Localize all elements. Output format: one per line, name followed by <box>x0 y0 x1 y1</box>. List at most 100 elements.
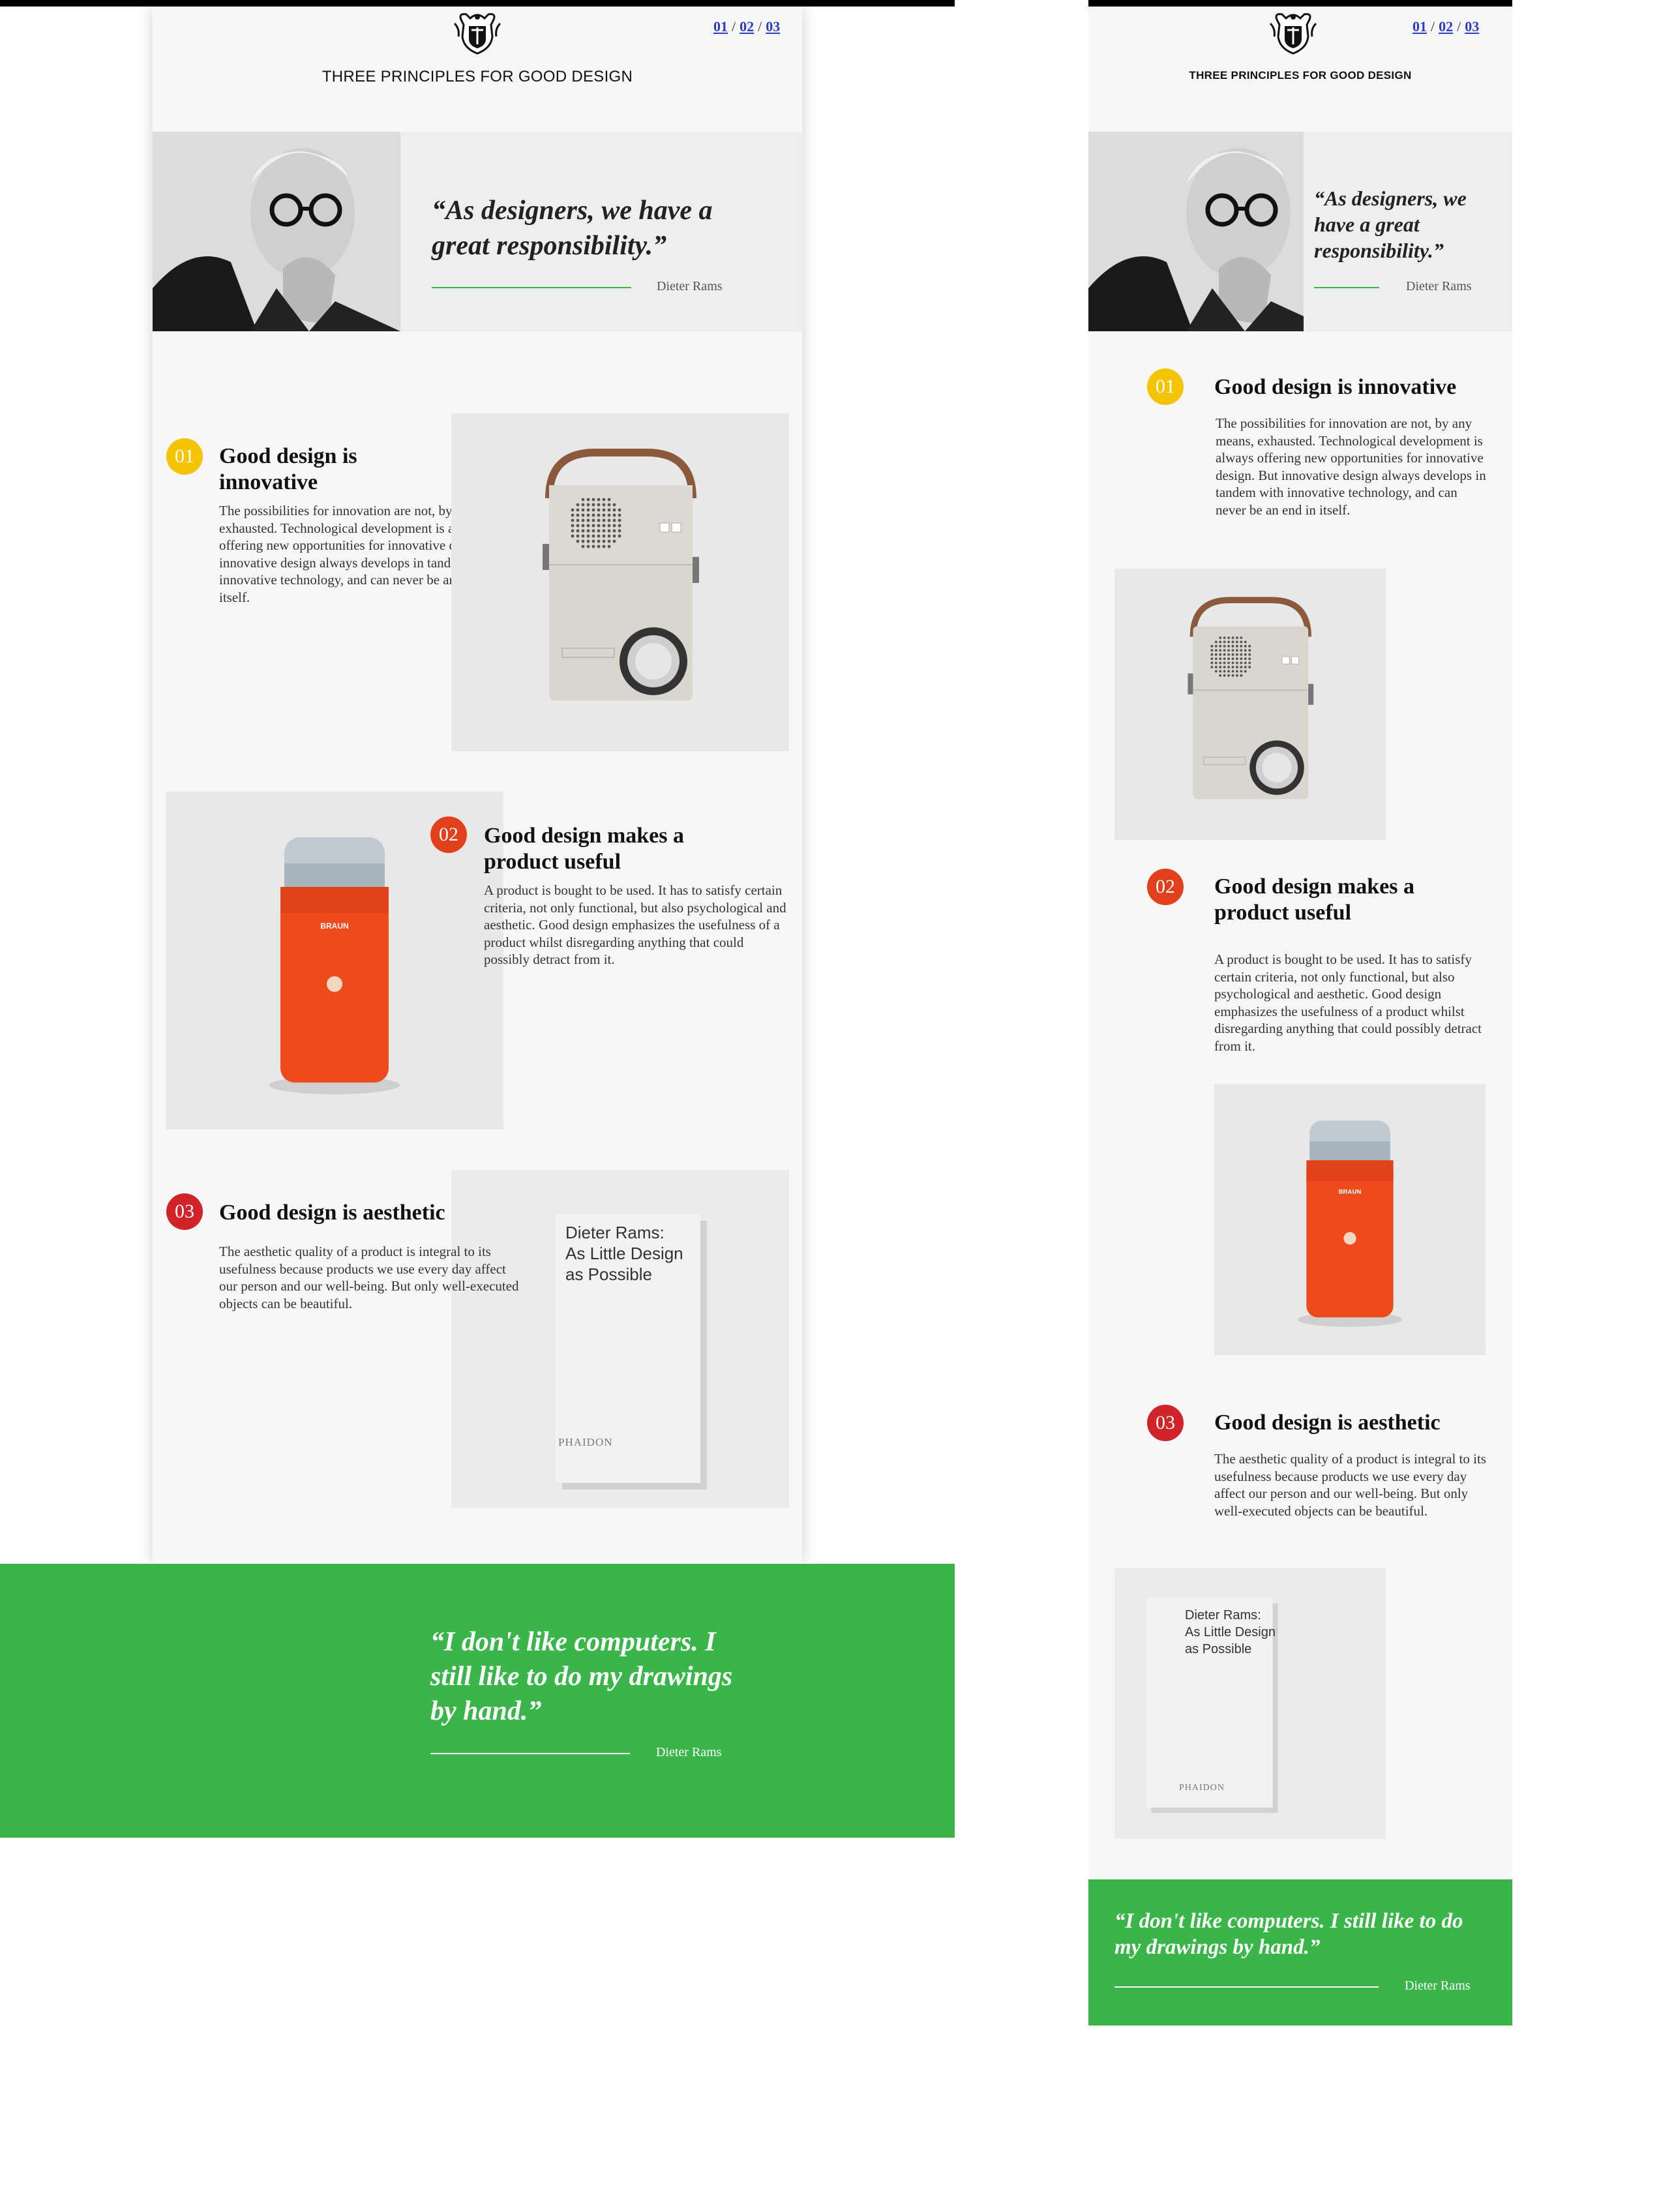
speaker-grille-dot <box>597 498 601 501</box>
speaker-grille-dot <box>586 503 590 507</box>
speaker-grille-dot <box>1210 653 1214 656</box>
speaker-grille-dot <box>1231 666 1234 668</box>
desktop-top-bar <box>0 0 955 7</box>
speaker-grille-dot <box>591 529 595 533</box>
pager-link-01[interactable]: 01 <box>1412 18 1427 35</box>
principle-02-title: Good design makes a product useful <box>484 824 684 874</box>
speaker-grille-dot <box>1227 644 1231 648</box>
pager-separator: / <box>1431 18 1435 35</box>
hero-quote-author: Dieter Rams <box>657 279 723 293</box>
mobile-top-bar <box>1088 0 1512 7</box>
speaker-grille-dot <box>576 513 580 517</box>
speaker-grille-dot <box>597 508 601 512</box>
hero-quote-author: Dieter Rams <box>1406 279 1472 293</box>
principle-03-badge: 03 <box>1147 1405 1184 1441</box>
speaker-grille-dot <box>581 524 585 528</box>
speaker-grille-dot <box>571 534 575 538</box>
speaker-grille-dot <box>602 529 606 533</box>
speaker-grille-dot <box>1219 670 1222 673</box>
speaker-grille-dot <box>1240 636 1243 639</box>
speaker-grille-dot <box>591 518 595 522</box>
pager-link-01[interactable]: 01 <box>713 18 728 35</box>
book-title-line: as Possible <box>1185 1642 1252 1656</box>
speaker-grille-dot <box>607 518 611 522</box>
speaker-grille-dot <box>612 518 616 522</box>
principle-01-badge: 01 <box>166 438 203 475</box>
speaker-grille-dot <box>1214 640 1218 644</box>
speaker-grille-dot <box>1223 661 1226 665</box>
speaker-grille-dot <box>591 545 595 548</box>
speaker-grille-dot <box>576 539 580 543</box>
principle-01-badge: 01 <box>1147 368 1184 405</box>
pager-separator: / <box>758 18 762 35</box>
speaker-grille-dot <box>576 534 580 538</box>
pager-separator: / <box>1457 18 1461 35</box>
speaker-grille-dot <box>612 539 616 543</box>
speaker-grille-dot <box>1240 657 1243 661</box>
pager-link-03[interactable]: 03 <box>1465 18 1479 35</box>
speaker-grille-dot <box>1244 666 1247 668</box>
speaker-grille-dot <box>591 524 595 528</box>
speaker-grille-dot <box>607 508 611 512</box>
hero-banner: “As designers, we have a great responsib… <box>1088 132 1512 331</box>
speaker-grille-dot <box>581 534 585 538</box>
speaker-grille-dot <box>586 529 590 533</box>
speaker-grille-dot <box>618 534 621 538</box>
speaker-grille-dot <box>1227 666 1231 668</box>
speaker-grille-dot <box>581 508 585 512</box>
speaker-grille-dot <box>1219 640 1222 644</box>
speaker-grille-dot <box>1223 653 1226 656</box>
speaker-grille-dot <box>1240 649 1243 652</box>
speaker-grille-dot <box>602 524 606 528</box>
speaker-grille-dot <box>1248 657 1251 661</box>
speaker-grille-dot <box>1235 649 1238 652</box>
speaker-grille-dot <box>571 518 575 522</box>
speaker-grille-dot <box>602 513 606 517</box>
speaker-grille-dot <box>576 503 580 507</box>
speaker-grille-dot <box>581 498 585 501</box>
principle-01-title: Good design is innovative <box>219 444 357 494</box>
speaker-grille-dot <box>612 503 616 507</box>
pager-link-02[interactable]: 02 <box>740 18 754 35</box>
speaker-grille-dot <box>571 524 575 528</box>
book-title-line: Dieter Rams: <box>565 1223 665 1242</box>
book-title-line: As Little Design <box>1185 1625 1276 1639</box>
speaker-grille-dot <box>591 539 595 543</box>
principle-02-body: A product is bought to be used. It has t… <box>484 882 786 967</box>
speaker-grille-dot <box>1244 644 1247 648</box>
speaker-grille-dot <box>597 545 601 548</box>
speaker-grille-dot <box>1219 666 1222 668</box>
speaker-grille-dot <box>591 503 595 507</box>
pager-link-02[interactable]: 02 <box>1439 18 1453 35</box>
book-publisher: PHAIDON <box>558 1436 613 1448</box>
footer-quote-author: Dieter Rams <box>1405 1979 1471 1993</box>
speaker-grille-dot <box>602 508 606 512</box>
speaker-grille-dot <box>607 545 611 548</box>
speaker-grille-dot <box>1227 670 1231 673</box>
radio-speaker-image <box>451 413 789 751</box>
pager-link-03[interactable]: 03 <box>766 18 780 35</box>
speaker-grille-dot <box>618 518 621 522</box>
pager-separator: / <box>732 18 736 35</box>
coffee-grinder-image: BRAUN <box>1214 1084 1486 1355</box>
principle-03-body: The aesthetic quality of a product is in… <box>1214 1451 1486 1519</box>
speaker-grille-dot <box>1223 657 1226 661</box>
speaker-grille-dot <box>1248 644 1251 648</box>
speaker-grille-dot <box>1235 636 1238 639</box>
speaker-grille-dot <box>1244 653 1247 656</box>
speaker-grille-dot <box>1219 636 1222 639</box>
speaker-grille-dot <box>612 513 616 517</box>
speaker-grille-dot <box>1235 640 1238 644</box>
speaker-grille-dot <box>576 508 580 512</box>
speaker-grille-dot <box>1227 657 1231 661</box>
speaker-grille-dot <box>591 508 595 512</box>
speaker-grille-dot <box>607 524 611 528</box>
speaker-grille-dot <box>1227 661 1231 665</box>
speaker-grille-dot <box>1240 661 1243 665</box>
speaker-grille-dot <box>602 545 606 548</box>
speaker-grille-dot <box>1223 674 1226 677</box>
speaker-grille-dot <box>607 503 611 507</box>
footer-quote-rule <box>430 1753 630 1754</box>
speaker-grille-dot <box>602 534 606 538</box>
speaker-grille-dot <box>586 513 590 517</box>
